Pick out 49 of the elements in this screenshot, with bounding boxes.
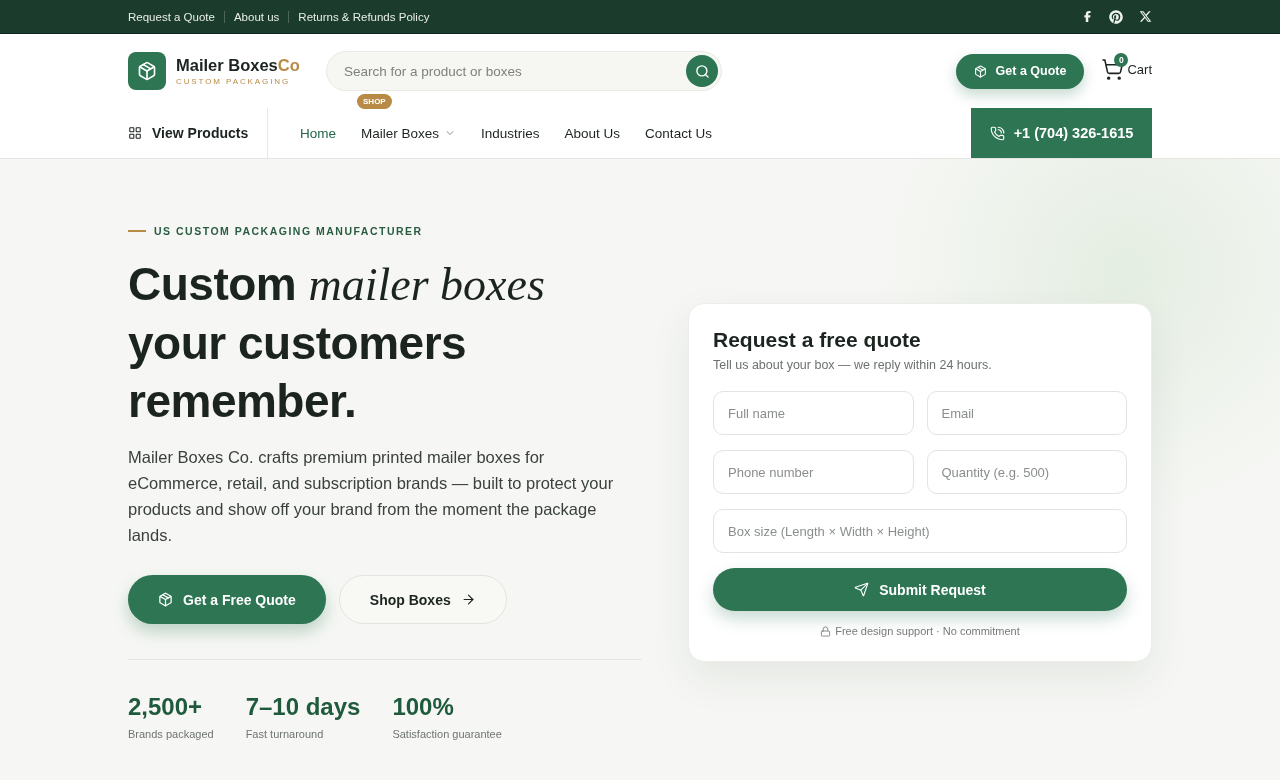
input-field[interactable]: Email xyxy=(926,391,1127,435)
x-logo-icon[interactable] xyxy=(1139,10,1152,23)
nav-link[interactable]: Industries xyxy=(481,108,540,158)
pinterest-icon[interactable] xyxy=(1109,9,1123,24)
hero-headline: Custom mailer boxes your customers remember. xyxy=(128,257,546,429)
hero-description: Mailer Boxes Co. crafts premium printed mailer boxes for eCommerce, retail, and subscription brands — built to protect your products and show off your brand from the moment the package lands. xyxy=(128,447,615,546)
phone-button[interactable]: +1 (704) 326-1615 xyxy=(971,108,1152,158)
stat-value: 100% xyxy=(392,692,455,722)
eyebrow-text: US CUSTOM PACKAGING MANUFACTURER xyxy=(154,225,423,237)
stat-value: 2,500+ xyxy=(128,692,204,722)
arrow-right-icon xyxy=(460,592,476,607)
get-quote-button[interactable]: Get a Quote xyxy=(955,53,1085,89)
box-icon xyxy=(973,64,987,78)
search-icon xyxy=(694,63,710,79)
search-field[interactable]: Search for a product or boxes xyxy=(326,51,722,91)
lock-icon xyxy=(820,625,832,637)
box-icon xyxy=(158,592,173,607)
box-logo-icon[interactable] xyxy=(128,52,166,90)
submit-button[interactable]: Submit Request xyxy=(713,568,1127,611)
stat-label: Brands packaged xyxy=(128,728,214,740)
form-note: Free design support · No commitment xyxy=(835,625,1020,637)
top-bar-link[interactable]: Returns & Refunds Policy xyxy=(288,10,439,23)
nav-link[interactable]: About Us xyxy=(564,108,621,158)
input-field[interactable]: Box size (Length × Width × Height) xyxy=(713,509,1127,553)
cart-icon xyxy=(1101,58,1125,81)
stat-label: Fast turnaround xyxy=(245,728,325,740)
phone-icon xyxy=(989,125,1005,141)
form-subtitle: Tell us about your box — we reply within 24 hours. xyxy=(713,358,993,372)
input-field[interactable]: Quantity (e.g. 500) xyxy=(926,450,1127,494)
stat-label: Satisfaction guarantee xyxy=(392,728,502,740)
brand-name: Mailer BoxesCo xyxy=(176,56,300,74)
top-bar-link[interactable]: About us xyxy=(223,10,289,23)
cart-link[interactable]: Cart 0 xyxy=(1101,53,1152,81)
view-products-button[interactable]: View Products xyxy=(128,108,268,158)
input-field[interactable]: Phone number xyxy=(713,450,914,494)
brand-tagline: CUSTOM PACKAGING xyxy=(176,77,292,86)
stat-value: 7–10 days xyxy=(245,692,361,722)
facebook-icon[interactable] xyxy=(1082,11,1093,22)
paper-plane-icon xyxy=(854,582,870,597)
nav-link[interactable]: Home xyxy=(300,108,336,158)
shop-badge: SHOP xyxy=(357,94,392,109)
nav-link[interactable]: Contact Us xyxy=(645,108,712,158)
input-field[interactable]: Full name xyxy=(713,391,914,435)
form-title: Request a free quote xyxy=(713,327,922,353)
grid-icon xyxy=(128,126,142,140)
cart-count-badge: 0 xyxy=(1114,53,1129,67)
shop-boxes-button[interactable]: Shop Boxes xyxy=(338,575,507,624)
top-bar-link[interactable]: Request a Quote xyxy=(128,10,224,23)
free-quote-button[interactable]: Get a Free Quote xyxy=(128,575,326,624)
